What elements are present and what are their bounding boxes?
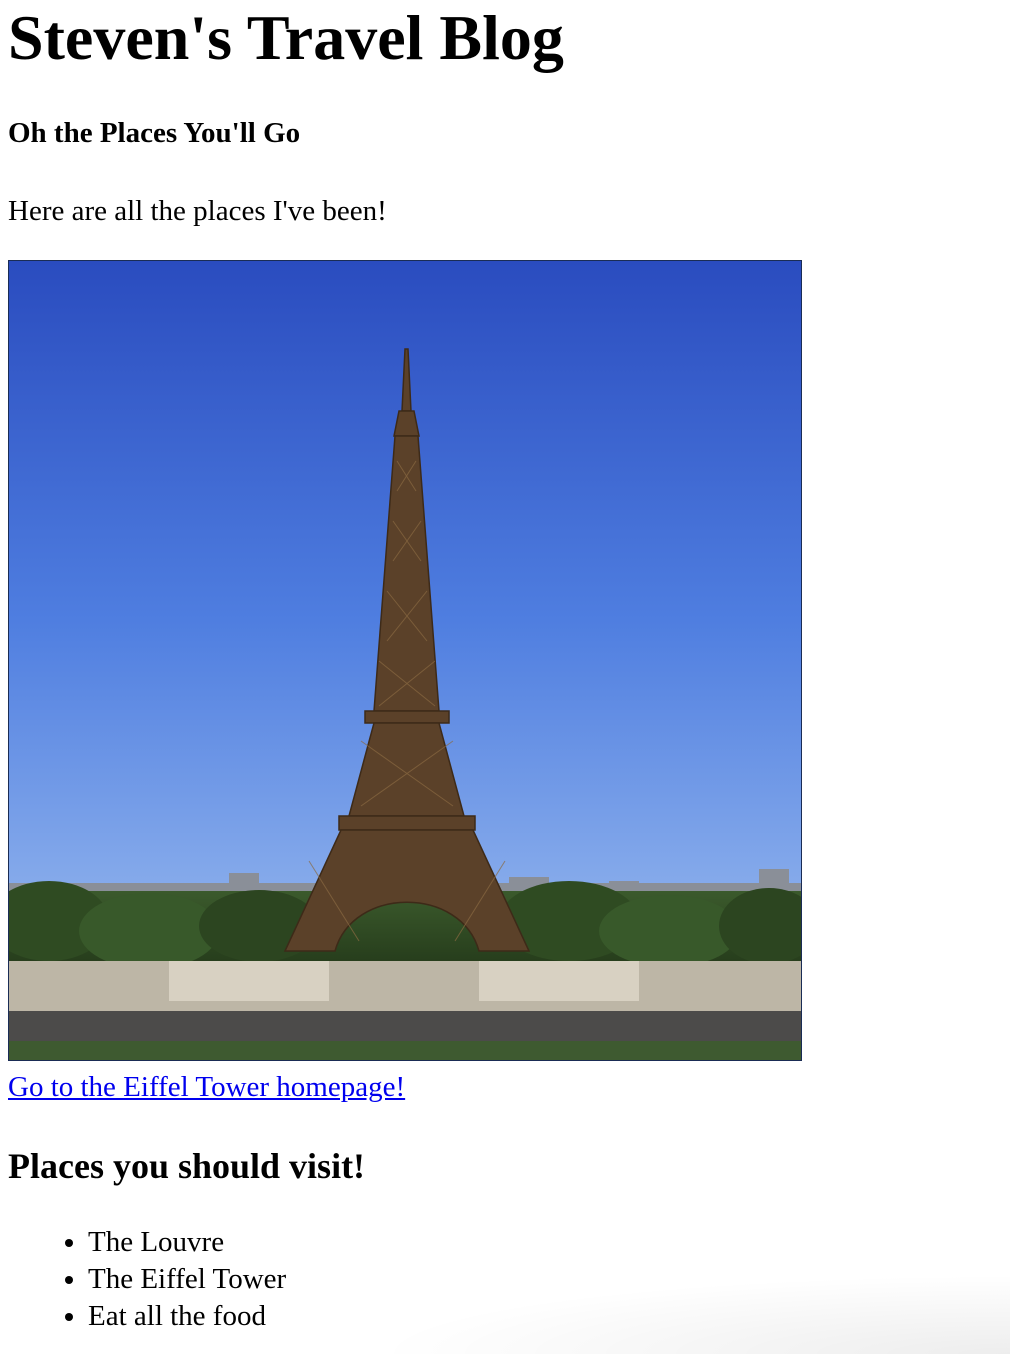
eiffel-tower-photo [8,260,802,1061]
list-item: Eat all the food [88,1298,1002,1335]
eiffel-tower-homepage-link[interactable]: Go to the Eiffel Tower homepage! [8,1070,405,1104]
list-item: The Eiffel Tower [88,1261,1002,1298]
page-content: Steven's Travel Blog Oh the Places You'l… [0,0,1010,1335]
section-heading: Places you should visit! [8,1146,366,1186]
intro-paragraph: Here are all the places I've been! [8,195,387,227]
list-item: The Louvre [88,1224,1002,1261]
eiffel-tower-illustration [9,261,801,1060]
page-title: Steven's Travel Blog [8,2,564,73]
places-list: The Louvre The Eiffel Tower Eat all the … [8,1224,1002,1335]
page-subtitle: Oh the Places You'll Go [8,117,301,149]
plaza [9,961,801,1060]
